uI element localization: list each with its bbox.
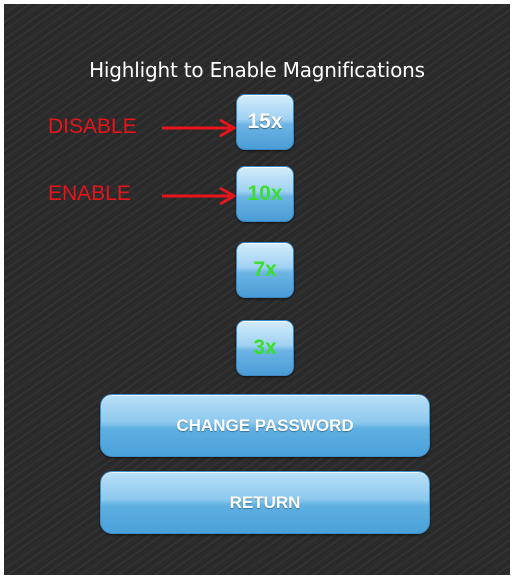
enable-annotation-label: ENABLE xyxy=(48,182,131,205)
magnification-7x-button[interactable]: 7x xyxy=(236,242,294,298)
magnification-15x-button[interactable]: 15x xyxy=(236,94,294,150)
magnification-3x-button[interactable]: 3x xyxy=(236,320,294,376)
return-button[interactable]: RETURN xyxy=(100,471,430,534)
arrow-right-icon xyxy=(162,186,238,206)
magnification-10x-button[interactable]: 10x xyxy=(236,166,294,222)
disable-annotation-label: DISABLE xyxy=(48,115,137,138)
change-password-button[interactable]: CHANGE PASSWORD xyxy=(100,394,430,457)
page-title: Highlight to Enable Magnifications xyxy=(89,58,425,82)
magnification-settings-screen: Highlight to Enable Magnifications DISAB… xyxy=(4,4,510,575)
arrow-right-icon xyxy=(162,118,238,138)
